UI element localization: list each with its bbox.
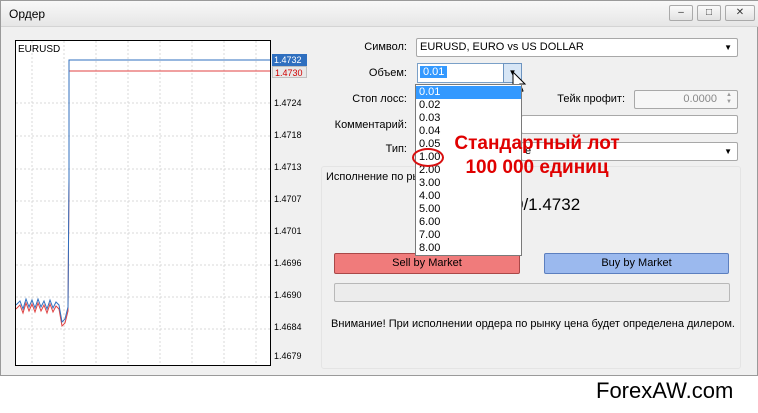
y-tick-label: 1.4701 (274, 226, 302, 236)
sell-by-market-button[interactable]: Sell by Market (334, 253, 520, 274)
chevron-down-icon: ▼ (724, 43, 732, 52)
chart-canvas (16, 41, 270, 365)
price-display: 0/1.4732 (514, 195, 581, 214)
volume-option[interactable]: 0.01 (416, 86, 521, 99)
bid-price-tag: 1.4730 (272, 66, 307, 78)
maximize-button[interactable]: □ (697, 5, 721, 21)
y-tick-label: 1.4684 (274, 322, 302, 332)
execution-warning: Внимание! При исполнении ордера по рынку… (331, 318, 735, 330)
y-tick-label: 1.4707 (274, 194, 302, 204)
execution-label: Исполнение по ры (326, 171, 421, 183)
volume-option[interactable]: 5.00 (416, 203, 521, 216)
buy-by-market-button[interactable]: Buy by Market (544, 253, 729, 274)
bid-line (16, 70, 270, 328)
y-tick-label: 1.4724 (274, 98, 302, 108)
chart-symbol: EURUSD (18, 44, 61, 55)
ask-line (16, 59, 270, 324)
spin-arrows-icon: ▲ ▼ (726, 92, 732, 105)
symbol-value: EURUSD, EURO vs US DOLLAR (420, 41, 584, 53)
y-tick-label: 1.4679 (274, 351, 302, 361)
y-tick-label: 1.4690 (274, 290, 302, 300)
volume-option[interactable]: 0.02 (416, 99, 521, 112)
volume-value: 0.01 (420, 66, 448, 78)
volume-option[interactable]: 8.00 (416, 242, 521, 255)
watermark: ForexAW.com (596, 378, 734, 403)
price-chart: EURUSD (15, 40, 271, 366)
take-profit-value: 0.0000 (683, 93, 717, 105)
symbol-label: Символ: (364, 41, 407, 53)
y-tick-label: 1.4713 (274, 162, 302, 172)
volume-option[interactable]: 7.00 (416, 229, 521, 242)
comment-label: Комментарий: (334, 119, 407, 131)
volume-option[interactable]: 6.00 (416, 216, 521, 229)
execution-progress-bar (334, 283, 730, 302)
take-profit-label: Тейк профит: (557, 93, 625, 105)
close-button[interactable]: ✕ (725, 5, 755, 21)
minimize-button[interactable]: – (669, 5, 693, 21)
stop-loss-label: Стоп лосс: (352, 93, 407, 105)
title-bar[interactable]: Ордер – □ ✕ (1, 1, 758, 27)
symbol-select[interactable]: EURUSD, EURO vs US DOLLAR ▼ (416, 38, 738, 57)
annotation-line-2: 100 000 единиц (465, 157, 609, 178)
y-tick-label: 1.4696 (274, 258, 302, 268)
type-label: Тип: (385, 143, 407, 155)
annotation-line-1: Стандартный лот (454, 133, 620, 154)
ask-price-tag: 1.4732 (272, 54, 307, 66)
y-tick-label: 1.4718 (274, 130, 302, 140)
volume-option[interactable]: 0.03 (416, 112, 521, 125)
chevron-down-icon: ▼ (724, 147, 732, 156)
volume-option[interactable]: 4.00 (416, 190, 521, 203)
window-title: Ордер (9, 7, 46, 21)
volume-label: Объем: (368, 67, 407, 79)
take-profit-input[interactable]: 0.0000 ▲ ▼ (634, 90, 738, 109)
chart-grid (16, 41, 270, 365)
standard-lot-annotation: Стандартный лот 100 000 единиц (429, 132, 645, 180)
order-window: Ордер – □ ✕ EURUSD 1.4732 1.4730 1.4724 … (0, 0, 758, 376)
